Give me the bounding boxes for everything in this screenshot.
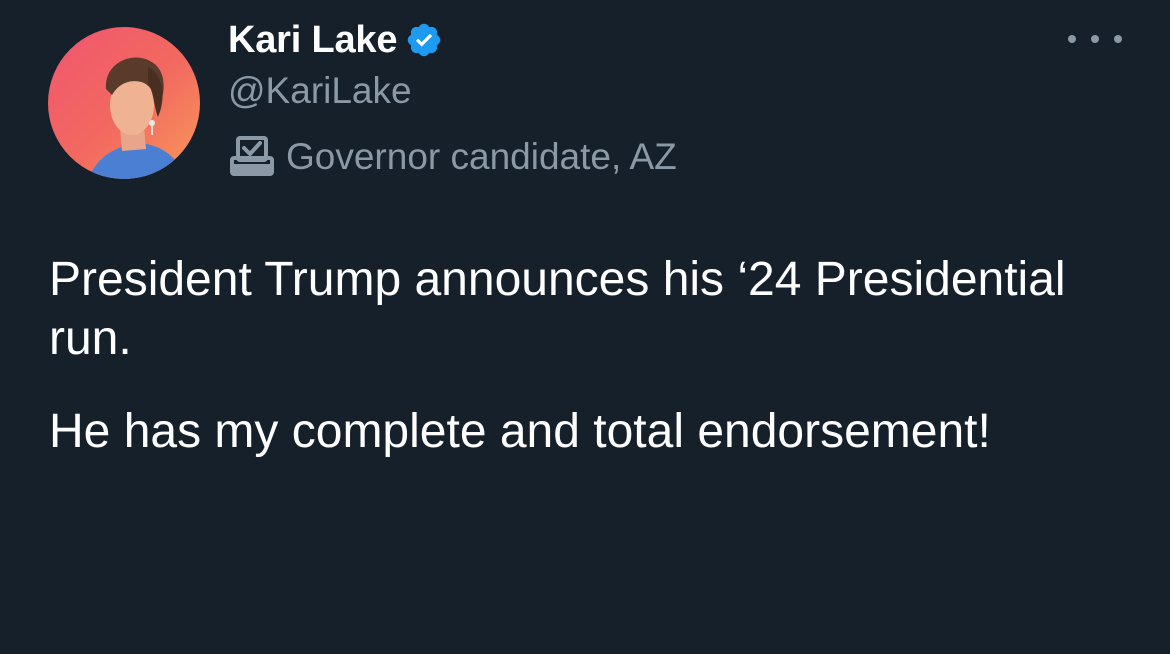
more-dot <box>1114 35 1122 43</box>
affiliation-label: Governor candidate, AZ <box>286 136 677 177</box>
author-name-row: Kari Lake <box>228 14 443 66</box>
tweet-text: President Trump announces his ‘24 Presid… <box>49 250 1129 461</box>
more-dot <box>1068 35 1076 43</box>
more-options-icon[interactable] <box>1068 24 1122 54</box>
author-name[interactable]: Kari Lake <box>228 19 397 62</box>
avatar-image <box>48 27 200 179</box>
affiliation: Governor candidate, AZ <box>228 132 677 182</box>
ballot-box-icon <box>228 134 276 180</box>
avatar[interactable] <box>48 27 200 179</box>
tweet-paragraph: He has my complete and total endorsement… <box>49 405 991 458</box>
tweet-paragraph: President Trump announces his ‘24 Presid… <box>49 253 1066 365</box>
more-dot <box>1091 35 1099 43</box>
verified-badge-icon <box>405 21 443 59</box>
tweet-card: Kari Lake @KariLake Governor candidate, … <box>0 0 1170 654</box>
author-handle[interactable]: @KariLake <box>228 70 412 112</box>
